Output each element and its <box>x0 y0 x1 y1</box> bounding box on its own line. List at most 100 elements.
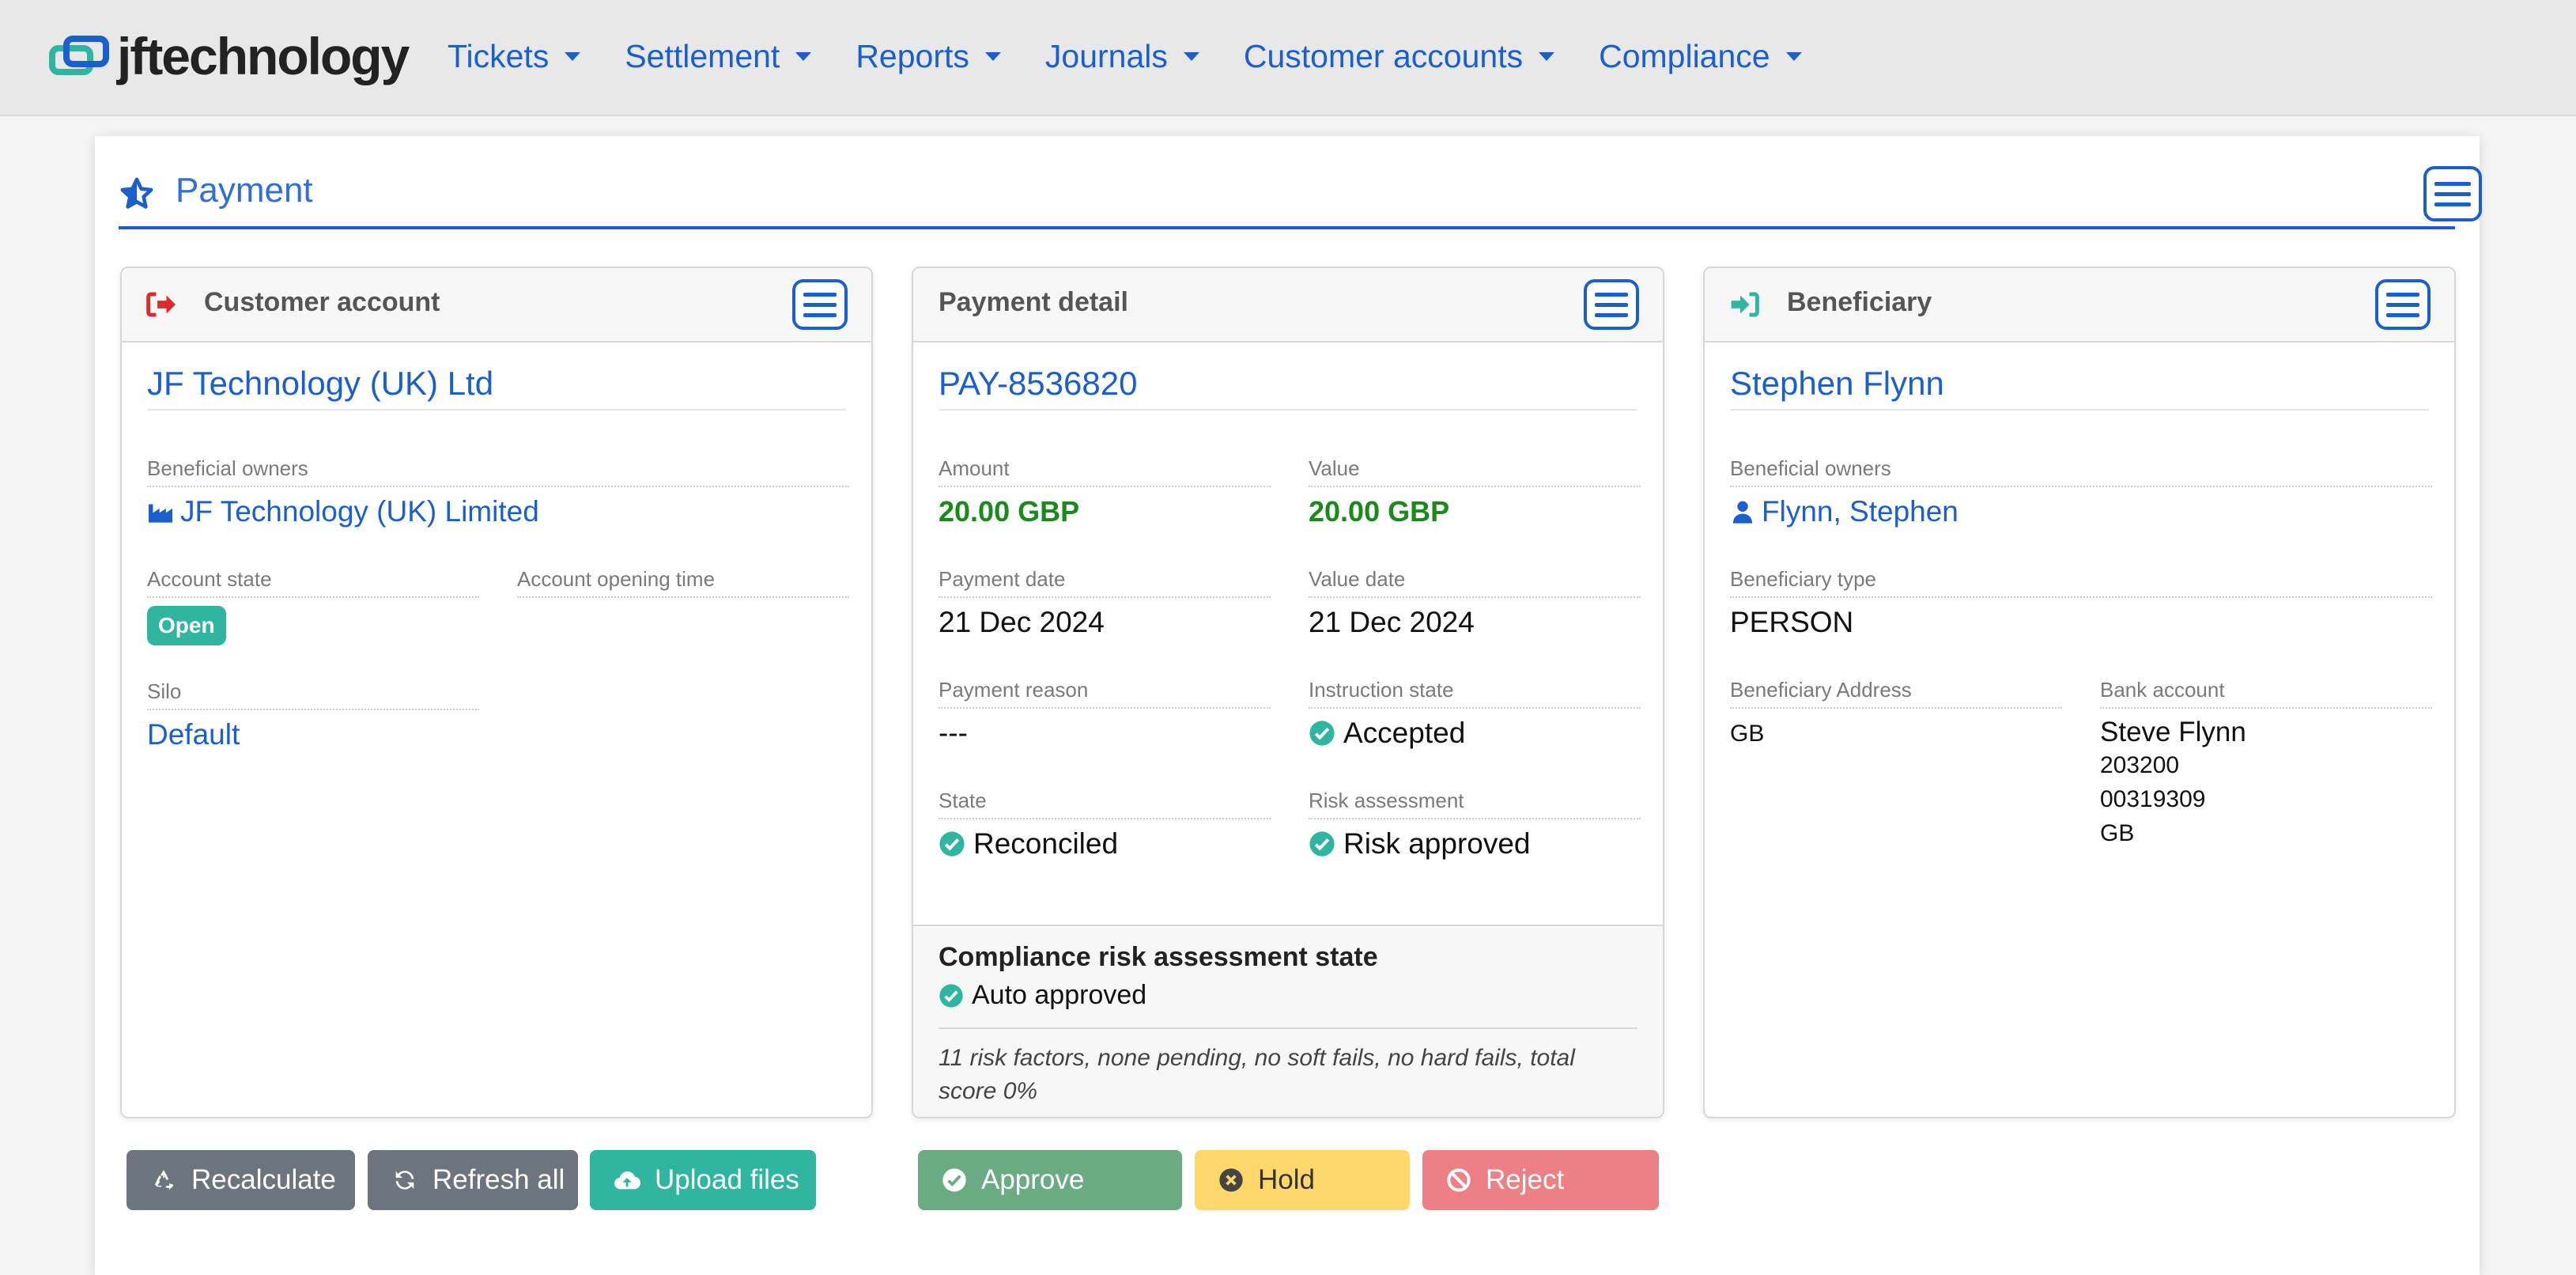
customer-account-name[interactable]: JF Technology (UK) Ltd <box>147 365 846 410</box>
panel-title: Beneficiary <box>1787 287 1932 317</box>
top-navbar: jftechnology Tickets Settlement Reports … <box>0 0 2576 116</box>
nav-customer-accounts[interactable]: Customer accounts <box>1244 38 1555 75</box>
payment-id[interactable]: PAY-8536820 <box>939 365 1637 410</box>
payment-card: Payment Customer account JF Technology (… <box>95 136 2482 1275</box>
x-circle-icon <box>1219 1168 1243 1192</box>
check-circle-icon <box>942 1168 966 1192</box>
panel-title: Customer account <box>204 287 440 317</box>
bank-account-name: Steve Flynn <box>2100 717 2246 747</box>
caret-down-icon <box>565 51 581 61</box>
field-label: Beneficial owners <box>147 456 849 487</box>
check-circle-icon <box>939 831 965 857</box>
nav-compliance[interactable]: Compliance <box>1599 38 1802 75</box>
field-label: Beneficial owners <box>1730 456 2432 487</box>
cloud-upload-icon <box>614 1171 640 1190</box>
field-label: Instruction state <box>1309 678 1641 709</box>
field-label: Beneficiary Address <box>1730 678 2062 709</box>
compliance-state-text: Auto approved <box>972 980 1147 1010</box>
field-label: Account opening time <box>517 567 849 598</box>
caret-down-icon <box>984 51 1001 61</box>
check-circle-icon <box>939 983 963 1008</box>
beneficiary-type-field: Beneficiary type PERSON <box>1730 567 2432 639</box>
beneficial-owner-link[interactable]: JF Technology (UK) Limited <box>147 495 849 528</box>
beneficiary-type-value: PERSON <box>1730 606 1854 638</box>
payment-date-value: 21 Dec 2024 <box>939 606 1105 638</box>
sign-out-icon <box>146 292 176 317</box>
hold-button[interactable]: Hold <box>1195 1150 1410 1210</box>
panel-header: Customer account <box>122 268 871 342</box>
menu-icon <box>1595 292 1628 297</box>
caret-down-icon <box>1539 51 1555 61</box>
bank-country: GB <box>2100 820 2135 846</box>
nav-settlement[interactable]: Settlement <box>625 38 812 75</box>
button-label: Upload files <box>655 1164 799 1195</box>
value-field: Value 20.00 GBP <box>1309 456 1641 528</box>
customer-account-panel: Customer account JF Technology (UK) Ltd … <box>120 267 873 1118</box>
nav-tickets[interactable]: Tickets <box>448 38 581 75</box>
amount-field: Amount 20.00 GBP <box>939 456 1271 528</box>
ban-icon <box>1447 1168 1471 1192</box>
payment-reason-value: --- <box>939 717 968 749</box>
beneficial-owners-field: Beneficial owners Flynn, Stephen <box>1730 456 2432 528</box>
instruction-state-value: Accepted <box>1309 717 1641 750</box>
silo-field: Silo Default <box>147 679 479 751</box>
button-label: Hold <box>1258 1164 1315 1195</box>
star-icon[interactable] <box>119 176 155 212</box>
account-opening-time-field: Account opening time <box>517 567 849 598</box>
payment-detail-panel: Payment detail PAY-8536820 Amount 20.00 … <box>912 267 1664 1118</box>
value-date-value: 21 Dec 2024 <box>1309 606 1475 638</box>
user-icon <box>1733 501 1752 524</box>
panel-header: Payment detail <box>913 268 1663 342</box>
silo-link[interactable]: Default <box>147 718 479 751</box>
field-label: Payment date <box>939 567 1271 598</box>
button-label: Recalculate <box>191 1164 336 1195</box>
risk-assessment-field: Risk assessment Risk approved <box>1309 789 1641 861</box>
beneficiary-address-value: GB <box>1730 721 1765 747</box>
nav-journals[interactable]: Journals <box>1045 38 1199 75</box>
brand-logo[interactable]: jftechnology <box>49 28 410 84</box>
compliance-title: Compliance risk assessment state <box>939 942 1378 972</box>
beneficiary-name[interactable]: Stephen Flynn <box>1730 365 2429 410</box>
refresh-all-button[interactable]: Refresh all <box>368 1150 578 1210</box>
recalculate-button[interactable]: Recalculate <box>127 1150 355 1210</box>
refresh-icon <box>395 1171 414 1190</box>
recycle-icon <box>154 1170 174 1190</box>
check-circle-icon <box>1309 721 1335 746</box>
sign-in-icon <box>1731 292 1759 317</box>
field-label: Account state <box>147 567 479 598</box>
caret-down-icon <box>1183 51 1199 61</box>
beneficial-owner-name: JF Technology (UK) Limited <box>180 495 539 528</box>
button-label: Approve <box>981 1164 1085 1195</box>
compliance-note: 11 risk factors, none pending, no soft f… <box>939 1027 1637 1108</box>
value-value: 20.00 GBP <box>1309 495 1450 528</box>
caret-down-icon <box>1785 51 1802 61</box>
upload-files-button[interactable]: Upload files <box>590 1150 816 1210</box>
instruction-state-field: Instruction state Accepted <box>1309 678 1641 750</box>
beneficiary-panel: Beneficiary Stephen Flynn Beneficial own… <box>1703 267 2456 1118</box>
approve-button[interactable]: Approve <box>918 1150 1182 1210</box>
beneficial-owner-link[interactable]: Flynn, Stephen <box>1730 495 2432 528</box>
payment-detail-menu-button[interactable] <box>1584 279 1639 330</box>
bank-sort-code: 203200 <box>2100 752 2180 778</box>
nav-reports[interactable]: Reports <box>856 38 1001 75</box>
panel-title: Payment detail <box>939 287 1128 317</box>
bank-account-number: 00319309 <box>2100 786 2206 812</box>
payment-date-field: Payment date 21 Dec 2024 <box>939 567 1271 639</box>
beneficial-owner-name: Flynn, Stephen <box>1762 495 1958 528</box>
field-label: State <box>939 789 1271 819</box>
page-title: Payment <box>176 171 313 210</box>
page-header: Payment <box>119 160 2482 229</box>
field-label: Risk assessment <box>1309 789 1641 819</box>
main-menu: Tickets Settlement Reports Journals Cust… <box>448 32 1846 81</box>
caret-down-icon <box>795 51 812 61</box>
customer-account-menu-button[interactable] <box>792 279 848 330</box>
bank-account-field: Bank account Steve Flynn 203200 00319309… <box>2100 678 2432 850</box>
page-menu-button[interactable] <box>2423 166 2482 221</box>
beneficiary-menu-button[interactable] <box>2375 279 2431 330</box>
state-field: State Reconciled <box>939 789 1271 861</box>
field-label: Value <box>1309 456 1641 487</box>
field-label: Beneficiary type <box>1730 567 2432 598</box>
beneficial-owners-field: Beneficial owners JF Technology (UK) Lim… <box>147 456 849 528</box>
payment-reason-field: Payment reason --- <box>939 678 1271 750</box>
reject-button[interactable]: Reject <box>1422 1150 1659 1210</box>
